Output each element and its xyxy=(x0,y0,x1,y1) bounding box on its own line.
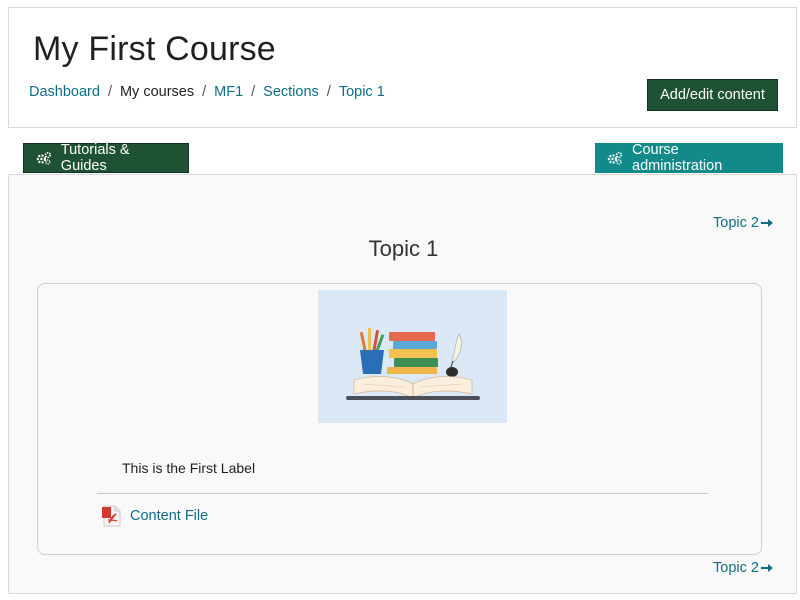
label-text: This is the First Label xyxy=(122,460,256,476)
course-content-region: Topic 2 Topic 1 This is the First Label … xyxy=(8,174,797,594)
breadcrumb-separator: / xyxy=(326,84,331,100)
breadcrumb-my-courses: My courses xyxy=(119,84,195,100)
content-file-label: Content File xyxy=(130,508,209,524)
tutorials-guides-label: Tutorials & Guides xyxy=(60,142,130,174)
gears-icon xyxy=(607,151,623,165)
next-section-link[interactable]: Topic 2 xyxy=(713,215,773,231)
next-section-link[interactable]: Topic 2 xyxy=(713,560,773,576)
divider xyxy=(97,493,708,494)
next-section-label: Topic 2 xyxy=(713,215,759,231)
section-content: This is the First Label Content File xyxy=(37,283,762,555)
breadcrumb-separator: / xyxy=(202,84,207,100)
arrow-right-icon xyxy=(760,564,773,572)
pdf-icon xyxy=(102,505,121,527)
course-administration-button[interactable]: Course administration xyxy=(595,142,783,174)
books-illustration xyxy=(318,290,507,423)
breadcrumb-separator: / xyxy=(107,84,112,100)
page-title: My First Course xyxy=(33,30,276,68)
page-header: My First Course Dashboard / My courses /… xyxy=(8,7,797,128)
next-section-label: Topic 2 xyxy=(713,560,759,576)
breadcrumb: Dashboard / My courses / MF1 / Sections … xyxy=(29,84,385,100)
breadcrumb-topic-1[interactable]: Topic 1 xyxy=(339,84,385,100)
course-administration-label: Course administration xyxy=(632,142,723,174)
add-edit-content-button[interactable]: Add/edit content xyxy=(647,79,778,111)
gears-icon xyxy=(36,151,52,165)
breadcrumb-separator: / xyxy=(251,84,256,100)
breadcrumb-sections[interactable]: Sections xyxy=(263,84,319,100)
content-file-link[interactable]: Content File xyxy=(102,505,208,527)
breadcrumb-mf1[interactable]: MF1 xyxy=(214,84,243,100)
arrow-right-icon xyxy=(760,219,773,227)
tutorials-guides-button[interactable]: Tutorials & Guides xyxy=(23,142,189,174)
section-title: Topic 1 xyxy=(368,236,439,261)
breadcrumb-dashboard[interactable]: Dashboard xyxy=(29,84,100,100)
